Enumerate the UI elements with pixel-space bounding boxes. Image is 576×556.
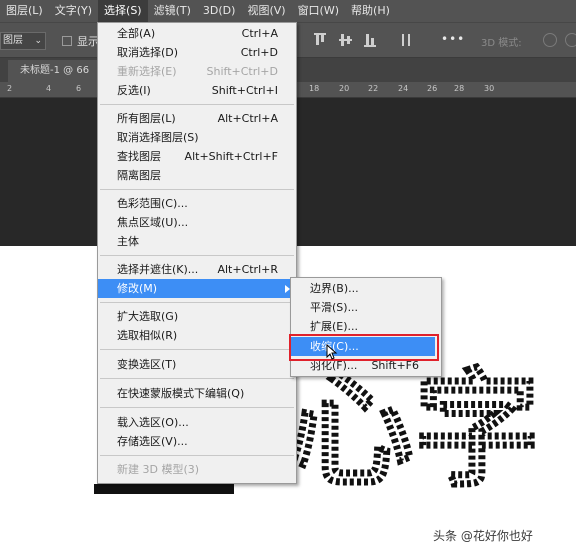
menu-help[interactable]: 帮助(H): [345, 0, 396, 22]
menu-item-label: 选取相似(R): [117, 329, 178, 342]
menu-item-shortcut: Shift+Ctrl+D: [206, 65, 278, 78]
select-menu-dropdown: 全部(A) Ctrl+A 取消选择(D) Ctrl+D 重新选择(E) Shift+C…: [97, 22, 297, 484]
3d-mode-label: 3D 模式:: [481, 38, 522, 49]
menu-item-new-3d-extrusion: 新建 3D 模型(3): [98, 460, 296, 479]
menu-item-label: 查找图层: [117, 150, 161, 163]
menu-item-similar[interactable]: 选取相似(R): [98, 326, 296, 345]
menu-item-isolate-layers[interactable]: 隔离图层: [98, 166, 296, 185]
menu-item-label: 变换选区(T): [117, 358, 177, 371]
menu-item-label: 载入选区(O)...: [117, 416, 189, 429]
menu-item-transform-selection[interactable]: 变换选区(T): [98, 355, 296, 374]
document-tab[interactable]: 未标题-1 @ 66: [8, 60, 100, 82]
menu-item-grow[interactable]: 扩大选取(G): [98, 307, 296, 326]
menu-item-save-selection[interactable]: 存储选区(V)...: [98, 432, 296, 451]
show-transform-label: 显示: [77, 35, 99, 48]
menu-item-label: 取消选择图层(S): [117, 131, 199, 144]
menu-item-reselect: 重新选择(E) Shift+Ctrl+D: [98, 62, 296, 81]
menu-separator: [100, 407, 294, 408]
menu-select[interactable]: 选择(S): [98, 0, 148, 22]
3d-orbit-icon[interactable]: [543, 33, 557, 47]
menu-item-shortcut: Alt+Shift+Ctrl+F: [184, 150, 278, 163]
menu-item-label: 修改(M): [117, 282, 158, 295]
menu-item-label: 取消选择(D): [117, 46, 179, 59]
menu-separator: [100, 189, 294, 190]
submenu-item-smooth[interactable]: 平滑(S)...: [291, 298, 441, 317]
menu-filter[interactable]: 滤镜(T): [148, 0, 197, 22]
ruler-tick-label: 28: [454, 84, 465, 93]
menu-item-label: 主体: [117, 235, 139, 248]
modify-submenu: 边界(B)... 平滑(S)... 扩展(E)... 收缩(C)... 羽化(F…: [290, 277, 442, 377]
ruler-tick-label: 30: [484, 84, 495, 93]
menu-item-label: 焦点区域(U)...: [117, 216, 189, 229]
menu-item-label: 新建 3D 模型(3): [117, 463, 200, 476]
canvas-stroke-fragment: [94, 484, 234, 494]
menu-type[interactable]: 文字(Y): [49, 0, 98, 22]
menu-separator: [100, 378, 294, 379]
ruler-tick-label: 20: [339, 84, 350, 93]
ruler-tick-label: 6: [76, 84, 82, 93]
menu-item-inverse[interactable]: 反选(I) Shift+Ctrl+I: [98, 81, 296, 100]
menu-item-load-selection[interactable]: 载入选区(O)...: [98, 413, 296, 432]
mouse-pointer-icon: [326, 344, 338, 360]
align-vertical-center-icon[interactable]: [338, 31, 354, 49]
align-top-icon[interactable]: [313, 31, 329, 49]
menu-item-label: 所有图层(L): [117, 112, 176, 125]
menu-item-label: 隔离图层: [117, 169, 161, 182]
menu-item-focus-area[interactable]: 焦点区域(U)...: [98, 213, 296, 232]
menu-bar: 图层(L) 文字(Y) 选择(S) 滤镜(T) 3D(D) 视图(V) 窗口(W…: [0, 0, 576, 22]
menu-item-label: 重新选择(E): [117, 65, 177, 78]
menu-item-subject[interactable]: 主体: [98, 232, 296, 251]
menu-item-label: 全部(A): [117, 27, 156, 40]
menu-item-label: 扩大选取(G): [117, 310, 179, 323]
menu-item-deselect[interactable]: 取消选择(D) Ctrl+D: [98, 43, 296, 62]
watermark-text: 头条 @花好你也好: [433, 529, 533, 543]
menu-3d[interactable]: 3D(D): [197, 0, 242, 22]
submenu-item-label: 平滑(S)...: [310, 301, 359, 314]
menu-item-shortcut: Alt+Ctrl+A: [217, 112, 278, 125]
menu-window[interactable]: 窗口(W): [292, 0, 345, 22]
auto-select-target-dropdown[interactable]: 图层 ⌄: [0, 32, 46, 50]
menu-item-select-and-mask[interactable]: 选择并遮住(K)... Alt+Ctrl+R: [98, 260, 296, 279]
chevron-down-icon: ⌄: [34, 36, 42, 46]
menu-item-label: 选择并遮住(K)...: [117, 263, 199, 276]
menu-item-deselect-layers[interactable]: 取消选择图层(S): [98, 128, 296, 147]
menu-item-shortcut: Ctrl+D: [240, 46, 278, 59]
align-bottom-icon[interactable]: [363, 31, 379, 49]
menu-separator: [100, 104, 294, 105]
menu-separator: [100, 349, 294, 350]
menu-item-shortcut: Alt+Ctrl+R: [217, 263, 278, 276]
3d-roll-icon[interactable]: [565, 33, 576, 47]
submenu-item-label: 边界(B)...: [310, 282, 359, 295]
ruler-tick-label: 26: [427, 84, 438, 93]
more-options-icon[interactable]: •••: [441, 32, 465, 46]
menu-item-modify[interactable]: 修改(M): [98, 279, 296, 298]
menu-view[interactable]: 视图(V): [241, 0, 291, 22]
ruler-tick-label: 18: [309, 84, 320, 93]
highlight-callout-box: [289, 334, 439, 361]
distribute-icon[interactable]: [399, 31, 415, 49]
menu-item-all-layers[interactable]: 所有图层(L) Alt+Ctrl+A: [98, 109, 296, 128]
menu-separator: [100, 302, 294, 303]
menu-item-find-layers[interactable]: 查找图层 Alt+Shift+Ctrl+F: [98, 147, 296, 166]
menu-item-label: 存储选区(V)...: [117, 435, 188, 448]
menu-item-label: 色彩范围(C)...: [117, 197, 188, 210]
menu-item-label: 反选(I): [117, 84, 151, 97]
submenu-item-border[interactable]: 边界(B)...: [291, 279, 441, 298]
show-transform-checkbox[interactable]: [62, 36, 72, 46]
menu-item-shortcut: Shift+Ctrl+I: [211, 84, 278, 97]
menu-separator: [100, 455, 294, 456]
auto-select-target-value: 图层: [3, 35, 23, 46]
ruler-tick-label: 22: [368, 84, 379, 93]
ruler-tick-label: 2: [7, 84, 13, 93]
ruler-tick-label: 24: [398, 84, 409, 93]
menu-item-quick-mask[interactable]: 在快速蒙版模式下编辑(Q): [98, 384, 296, 403]
canvas-text: 心字: [288, 357, 540, 500]
menu-item-color-range[interactable]: 色彩范围(C)...: [98, 194, 296, 213]
menu-layer[interactable]: 图层(L): [0, 0, 49, 22]
menu-item-label: 在快速蒙版模式下编辑(Q): [117, 387, 245, 400]
ruler-tick-label: 4: [46, 84, 52, 93]
menu-item-shortcut: Ctrl+A: [241, 27, 278, 40]
menu-separator: [100, 255, 294, 256]
menu-item-all[interactable]: 全部(A) Ctrl+A: [98, 24, 296, 43]
